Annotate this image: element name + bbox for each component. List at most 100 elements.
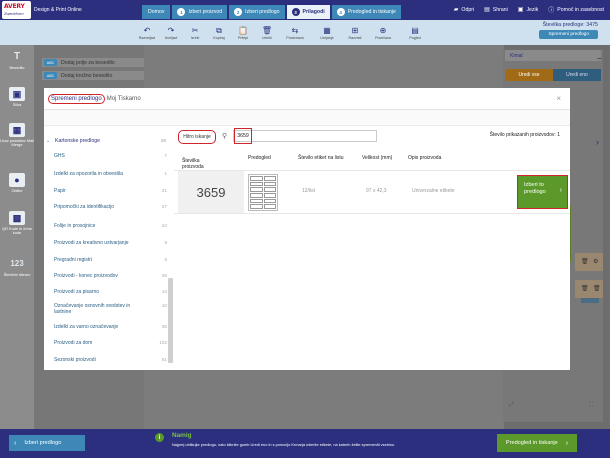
category-label: GHS [54,153,65,159]
fullscreen-icon[interactable]: ⛶ [589,402,593,409]
rail-numbering[interactable]: 123 Številčni števec [0,257,34,277]
category-count: 21 [161,188,167,193]
minimize-icon[interactable]: − [597,54,602,63]
undo-button[interactable]: ↶ Razveljavi [136,20,158,45]
open-button[interactable]: ▰ Odpri [454,5,474,14]
rail-text[interactable]: T Besedilo [0,50,34,70]
image-icon: ▣ [9,87,25,101]
change-template-button[interactable]: Spremeni predlogo [539,30,598,39]
category-header[interactable]: ⌄ Kartonske predloge 29 [44,134,169,147]
arrange-button[interactable]: ▦ Urejanje [312,20,342,45]
tab-edit-all[interactable]: Uredi vse [505,69,553,81]
view-button[interactable]: ▤ Pogled [400,20,430,45]
column-size[interactable]: Velikost (mm) [362,155,392,161]
result-count: Število prikazanih proizvodov: 1 [489,132,560,138]
search-input[interactable] [233,130,377,142]
step-home[interactable]: Domov [142,5,171,19]
category-item[interactable]: GHS 7 [54,153,167,159]
redo-button[interactable]: ↷ Uveljavi [160,20,182,45]
help-button[interactable]: ⓘ Pomoč in zasebnost [548,5,604,15]
help-icon: ⓘ [548,8,555,14]
step-home-label: Domov [148,9,165,15]
step-customize[interactable]: 3 Prilagodi [286,5,330,19]
rail-qr-codes[interactable]: ▩ QR Kode in črtne kode [0,211,34,236]
dialog-subheader [44,110,570,126]
delete-button[interactable]: 🗑 Izbriši [256,20,278,45]
paste-button[interactable]: 📋 Prilepi [232,20,254,45]
hint-text: Najprej oblikujte predlogo, nato kliknit… [172,442,396,447]
close-icon[interactable]: × [556,94,561,103]
label-row[interactable]: 🗑 ⚙ [575,253,603,271]
quick-search-button[interactable]: Hitro iskanje [178,130,216,144]
tool-label: Razvrsti [348,35,362,40]
category-item[interactable]: Sezonski proizvodi 61 [54,357,167,363]
numbering-icon: 123 [10,258,24,268]
back-button[interactable]: ‹ Izberi predlogo [9,435,85,451]
step-select-product[interactable]: 1 Izberi proizvod [172,5,228,19]
language-button[interactable]: ▣ Jezik [518,5,539,14]
category-item[interactable]: Proizvodi za kreativno ustvarjanje 9 [54,240,167,246]
left-tool-rail: T Besedilo ▣ Slika ▦ Uvoz podatkov Mail Mer… [0,45,34,429]
avery-logo[interactable]: AVERY Zweckform [2,1,31,19]
chevron-left-icon: ‹ [14,439,17,447]
category-item[interactable]: Folije in prosojnice 24 [54,223,167,229]
category-count: 10 [161,303,167,308]
category-item[interactable]: Izdelki za opozorila in obvestila 1 [54,171,167,177]
category-item[interactable]: Papir 21 [54,188,167,194]
table-header: Številka proizvoda ↑ Predogled Število et… [178,152,570,170]
undo-icon: ↶ [143,25,151,35]
label-row[interactable]: 🗑 🗑 [575,280,603,298]
category-label: Papir [54,188,66,194]
rail-image[interactable]: ▣ Slika [0,87,34,107]
category-count: 102 [159,340,167,345]
copy-icon: ⧉ [216,25,222,35]
expand-icon[interactable]: ⤢ [509,402,514,409]
category-scrollbar[interactable] [168,278,173,363]
trash-icon[interactable]: 🗑 [581,285,589,292]
search-value[interactable]: 3659 [234,128,252,144]
rail-shapes[interactable]: ● Oblike [0,173,34,193]
trash-icon: 🗑 [261,25,273,35]
chevron-right-icon[interactable]: › [596,137,599,147]
navigator-footer: ⤢ ⛶ [505,402,601,416]
tab-edit-one[interactable]: Uredi eno [553,69,601,81]
trash-icon[interactable]: 🗑 [581,258,589,265]
curved-text-icon: ABC [44,72,57,79]
category-item[interactable]: Proizvodi za pisarno 14 [54,289,167,295]
category-item[interactable]: Označevanje osnovnih sredstev in lastnin… [54,303,167,315]
category-label: Folije in prosojnice [54,223,96,229]
step-select-template[interactable]: 2 Izberi predlogo [229,5,285,19]
copy-button[interactable]: ⧉ Kopiraj [208,20,230,45]
step-preview-print[interactable]: 4 Predogled in tiskanje [331,5,401,19]
table-row[interactable]: 3659 12/list 97 x 42,3 Univerzalne etike… [174,170,570,214]
logo-text: AVERY [4,3,25,10]
category-item[interactable]: Pripomočki za identifikacijo 27 [54,204,167,210]
category-item[interactable]: Pregradni registri 8 [54,257,167,263]
column-description[interactable]: Opis proizvoda [408,155,441,161]
trash-icon[interactable]: 🗑 [593,285,601,292]
category-count: 61 [161,357,167,362]
preview-print-button[interactable]: Predogled in tiskanje › [497,434,577,452]
cut-button[interactable]: ✂ Izreži [184,20,206,45]
align-button[interactable]: ⇆ Poravnava [280,20,310,45]
category-item[interactable]: Proizvodi za dom 102 [54,340,167,346]
tool-label: Razveljavi [138,35,156,40]
save-button[interactable]: ▤ Shrani [484,5,508,14]
category-item[interactable]: Proizvodi - konec proizvodov 28 [54,273,167,279]
zoom-button[interactable]: ⊕ Povečava [368,20,398,45]
product-code: 3659 [178,171,244,213]
column-labels-per-sheet[interactable]: Število etiket na listu [298,155,344,161]
back-label: Izberi predlogo [24,440,62,446]
hint-title: Namig [172,432,192,439]
choose-template-button[interactable]: Izberi to predlogo › [517,175,568,209]
textbox-icon: ABC [44,59,57,66]
category-item[interactable]: Izdelki za varno označevanje 35 [54,324,167,330]
category-label: Proizvodi za kreativno ustvarjanje [54,240,129,246]
tool-label: Kopiraj [213,35,225,40]
rail-mail-merge[interactable]: ▦ Uvoz podatkov Mail Merge [0,123,34,148]
order-button[interactable]: ⊞ Razvrsti [344,20,366,45]
tool-label: Izbriši [262,35,272,40]
settings-icon[interactable]: ⚙ [593,258,598,265]
language-label: Jezik [526,6,539,13]
save-label: Shrani [492,6,508,13]
